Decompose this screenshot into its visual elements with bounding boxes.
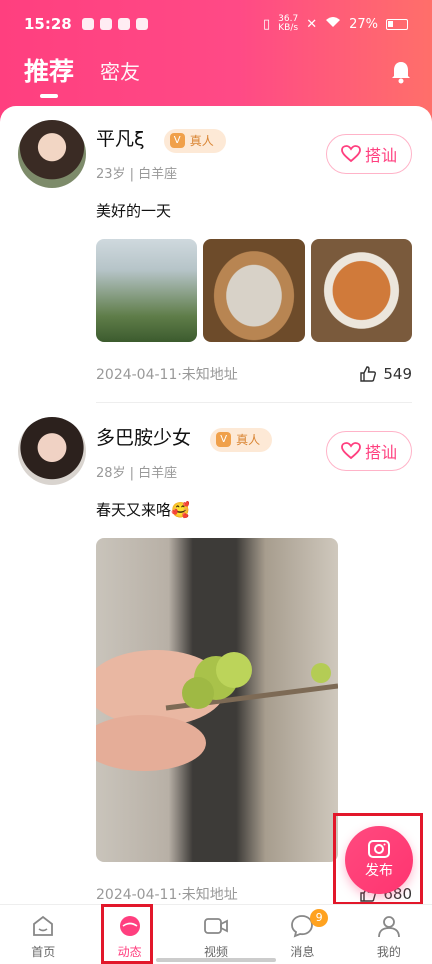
network-speed: 36.7 KB/s	[278, 14, 299, 33]
nav-video[interactable]: 视频	[173, 905, 259, 964]
app-notification-icon	[81, 18, 94, 30]
heart-icon	[341, 442, 361, 460]
moments-highlight-box	[101, 904, 153, 964]
home-icon	[33, 915, 54, 936]
vibrate-icon: ▯	[262, 16, 271, 32]
post-image[interactable]	[203, 238, 305, 342]
post-date-location: 2024-04-11·未知地址	[96, 886, 238, 903]
sim-icon: ✕	[306, 16, 318, 32]
bell-icon[interactable]	[390, 60, 412, 84]
heart-icon	[341, 145, 361, 163]
verified-badge: V 真人	[163, 128, 226, 153]
post-images	[96, 238, 412, 342]
status-time: 15:28	[24, 15, 72, 33]
post-text: 春天又来咯🥰	[96, 500, 190, 519]
username[interactable]: 平凡ξ	[96, 128, 145, 150]
notification-icons	[81, 18, 148, 30]
status-indicators: ▯ 36.7 KB/s ✕ 27%	[263, 15, 408, 33]
tab-recommend[interactable]: 推荐	[24, 52, 74, 98]
video-icon	[204, 918, 228, 934]
like-button[interactable]: 549	[359, 365, 412, 383]
tiktok-icon	[135, 18, 148, 30]
profile-icon	[377, 916, 400, 938]
status-bar: 15:28 ▯ 36.7 KB/s ✕ 27%	[0, 0, 432, 48]
verified-badge: V 真人	[210, 427, 273, 452]
bottom-nav: 首页 动态 视频 消息 9 我的	[0, 904, 432, 964]
feed[interactable]: 平凡ξ V 真人 23岁 | 白羊座 搭讪 美好的一天 2024-04-11·未…	[0, 106, 432, 904]
battery-level: 27%	[349, 16, 378, 32]
verified-icon: V	[216, 432, 232, 447]
message-badge: 9	[310, 909, 329, 927]
chat-button[interactable]: 搭讪	[326, 431, 412, 471]
app-notification-icon	[117, 18, 130, 30]
nav-profile[interactable]: 我的	[346, 905, 432, 964]
avatar[interactable]	[18, 120, 86, 188]
nav-home[interactable]: 首页	[0, 905, 86, 964]
post-card[interactable]: 平凡ξ V 真人 23岁 | 白羊座 搭讪 美好的一天 2024-04-11·未…	[0, 106, 432, 402]
username[interactable]: 多巴胺少女	[96, 427, 191, 449]
feed-tabs: 推荐 密友	[24, 52, 140, 98]
like-count: 549	[383, 364, 412, 383]
post-image[interactable]	[96, 537, 338, 862]
post-text: 美好的一天	[96, 201, 172, 220]
verified-icon: V	[169, 133, 185, 148]
post-image[interactable]	[310, 238, 412, 342]
post-footer: 2024-04-11·未知地址 549	[96, 364, 412, 384]
battery-icon	[386, 18, 408, 30]
avatar[interactable]	[18, 417, 86, 485]
nav-messages[interactable]: 消息 9	[259, 905, 345, 964]
thumbs-up-icon	[360, 365, 377, 382]
app-notification-icon	[99, 18, 112, 30]
chat-button[interactable]: 搭讪	[326, 134, 412, 174]
wifi-icon	[325, 16, 341, 32]
budding-branch-image	[96, 649, 338, 771]
tab-close-friends[interactable]: 密友	[100, 56, 140, 88]
post-image[interactable]	[96, 238, 198, 342]
home-indicator	[156, 958, 276, 962]
publish-highlight-box	[333, 813, 423, 905]
post-date-location: 2024-04-11·未知地址	[96, 366, 238, 383]
